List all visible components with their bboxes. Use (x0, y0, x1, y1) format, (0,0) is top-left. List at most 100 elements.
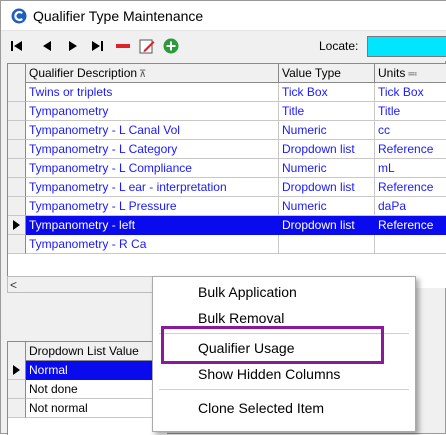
table-cell[interactable]: Title (279, 102, 375, 121)
table-row[interactable]: Tympanometry Title Title (8, 102, 446, 121)
navigation-toolbar: Locate: (1, 31, 446, 61)
app-logo-icon (11, 8, 27, 24)
table-cell[interactable]: Reference (375, 216, 446, 235)
menu-item-bulk-application[interactable]: Bulk Application (153, 279, 415, 305)
menu-separator (159, 389, 409, 390)
context-menu: Bulk Application Bulk Removal Qualifier … (152, 276, 416, 432)
add-record-icon (163, 38, 179, 54)
table-cell[interactable]: Dropdown list (279, 140, 375, 159)
table-cell[interactable] (279, 235, 375, 254)
table-cell[interactable]: Tympanometry - R Ca (26, 235, 279, 254)
table-row[interactable]: Normal (8, 361, 167, 380)
dropdown-grid-header: Dropdown List Value (8, 342, 167, 361)
table-cell[interactable]: Tympanometry - L ear - interpretation (26, 178, 279, 197)
table-row[interactable]: Not normal (8, 399, 167, 418)
edit-record-icon (139, 39, 155, 54)
delete-record-icon (116, 44, 130, 48)
qualifier-grid: Qualifier Description ⊼ Value Type Units ≕… (7, 63, 446, 288)
last-record-button[interactable] (87, 36, 107, 56)
row-indicator[interactable] (8, 361, 26, 380)
table-row[interactable]: Tympanometry - L ear - interpretation Dro… (8, 178, 446, 197)
row-indicator[interactable] (8, 83, 26, 102)
table-row[interactable]: Twins or triplets Tick Box Tick Box (8, 83, 446, 102)
row-indicator[interactable] (8, 216, 26, 235)
edit-record-button[interactable] (137, 36, 157, 56)
qualifier-type-maintenance-window: Qualifier Type Maintenance Locate: Quali… (0, 0, 446, 435)
next-record-button[interactable] (62, 36, 82, 56)
column-header-dropdown-list-value[interactable]: Dropdown List Value (26, 342, 167, 361)
table-cell[interactable]: Tympanometry (26, 102, 279, 121)
first-record-button[interactable] (7, 36, 27, 56)
row-indicator[interactable] (8, 121, 26, 140)
menu-item-bulk-removal[interactable]: Bulk Removal (153, 305, 415, 331)
previous-record-button[interactable] (37, 36, 57, 56)
current-row-arrow-icon (13, 220, 20, 230)
row-indicator[interactable] (8, 140, 26, 159)
table-cell[interactable]: daPa (375, 197, 446, 216)
row-indicator[interactable] (8, 178, 26, 197)
table-cell[interactable]: Tick Box (375, 83, 446, 102)
column-header-qualifier-description[interactable]: Qualifier Description ⊼ (26, 64, 279, 83)
table-cell[interactable]: Tick Box (279, 83, 375, 102)
table-cell[interactable]: Tympanometry - L Category (26, 140, 279, 159)
row-indicator[interactable] (8, 159, 26, 178)
column-header-label: Value Type (282, 66, 341, 80)
locate-label: Locate: (319, 39, 359, 53)
qualifier-grid-header: Qualifier Description ⊼ Value Type Units ≕ (8, 64, 446, 83)
table-cell[interactable]: Tympanometry - left (26, 216, 279, 235)
table-cell[interactable]: Tympanometry - L Canal Vol (26, 121, 279, 140)
add-record-button[interactable] (161, 36, 181, 56)
table-cell[interactable]: Dropdown list (279, 178, 375, 197)
window-title: Qualifier Type Maintenance (33, 8, 204, 24)
table-cell[interactable]: Not normal (26, 399, 167, 418)
column-header-label: Qualifier Description (29, 66, 138, 80)
table-row[interactable]: Tympanometry - R Ca (8, 235, 446, 254)
table-cell[interactable]: Numeric (279, 159, 375, 178)
row-indicator[interactable] (8, 102, 26, 121)
column-header-label: Dropdown List Value (29, 344, 139, 358)
table-cell[interactable]: Tympanometry - L Pressure (26, 197, 279, 216)
sort-ascending-icon: ⊼ (139, 69, 147, 80)
menu-item-show-hidden-columns[interactable]: Show Hidden Columns (153, 361, 415, 387)
menu-item-qualifier-usage[interactable]: Qualifier Usage (153, 335, 415, 361)
column-filter-icon: ≕ (407, 69, 418, 80)
column-header-label: Units (378, 66, 406, 80)
menu-separator (159, 333, 409, 334)
table-cell[interactable]: Not done (26, 380, 167, 399)
table-cell[interactable]: Numeric (279, 197, 375, 216)
table-row[interactable]: Tympanometry - left Dropdown list Referenc… (8, 216, 446, 235)
table-cell[interactable]: Twins or triplets (26, 83, 279, 102)
table-cell[interactable]: mL (375, 159, 446, 178)
previous-record-icon (42, 41, 51, 51)
last-record-icon (92, 41, 103, 51)
header-corner (8, 64, 26, 83)
first-record-icon (11, 41, 22, 51)
table-cell[interactable]: cc (375, 121, 446, 140)
row-indicator[interactable] (8, 235, 26, 254)
row-indicator[interactable] (8, 399, 26, 418)
row-indicator[interactable] (8, 380, 26, 399)
table-row[interactable]: Tympanometry - L Pressure Numeric daPa (8, 197, 446, 216)
column-header-value-type[interactable]: Value Type (279, 64, 375, 83)
table-row[interactable]: Tympanometry - L Compliance Numeric mL (8, 159, 446, 178)
column-header-units[interactable]: Units ≕ (375, 64, 446, 83)
current-row-arrow-icon (13, 365, 20, 375)
table-row[interactable]: Tympanometry - L Canal Vol Numeric cc (8, 121, 446, 140)
delete-record-button[interactable] (113, 36, 133, 56)
menu-item-clone-selected-item[interactable]: Clone Selected Item (153, 395, 415, 421)
table-cell[interactable]: Tympanometry - L Compliance (26, 159, 279, 178)
table-cell[interactable]: Reference (375, 140, 446, 159)
table-cell[interactable]: Numeric (279, 121, 375, 140)
table-row[interactable]: Not done (8, 380, 167, 399)
table-cell[interactable]: Title (375, 102, 446, 121)
next-record-icon (68, 41, 77, 51)
scroll-left-icon[interactable]: < (10, 278, 17, 292)
table-row[interactable]: Tympanometry - L Category Dropdown list Re… (8, 140, 446, 159)
table-cell[interactable]: Reference (375, 178, 446, 197)
row-indicator[interactable] (8, 197, 26, 216)
locate-input[interactable] (367, 36, 446, 57)
table-cell[interactable]: Dropdown list (279, 216, 375, 235)
header-corner (8, 342, 26, 361)
table-cell[interactable]: Normal (26, 361, 167, 380)
table-cell[interactable] (375, 235, 446, 254)
